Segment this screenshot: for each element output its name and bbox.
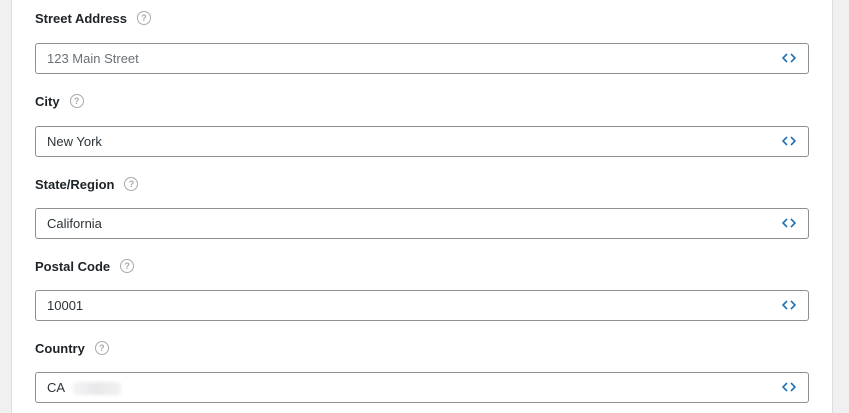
city-value: New York [47,134,102,149]
code-brackets-icon[interactable] [782,135,796,147]
postal-code-label: Postal Code [35,258,111,274]
help-icon[interactable]: ? [137,11,151,25]
postal-code-label-row: Postal Code ? [35,256,810,276]
state-region-label-row: State/Region ? [35,174,810,194]
street-address-input[interactable]: 123 Main Street [35,43,809,74]
city-label-row: City ? [35,91,810,111]
city-field: City ? New York [35,91,810,157]
street-address-field: Street Address ? 123 Main Street [35,8,810,74]
country-field: Country ? CA [35,338,810,403]
street-address-label-row: Street Address ? [35,8,810,28]
postal-code-value: 10001 [47,298,84,313]
redacted-text [73,382,122,396]
country-input[interactable]: CA [35,372,809,403]
state-region-field: State/Region ? California [35,174,810,239]
city-label: City [35,93,60,109]
state-region-input[interactable]: California [35,208,809,239]
code-brackets-icon[interactable] [782,217,796,229]
postal-code-field: Postal Code ? 10001 [35,256,810,321]
code-brackets-icon[interactable] [782,381,796,393]
help-icon[interactable]: ? [120,259,135,273]
address-form-panel: Street Address ? 123 Main Street City ? … [11,0,833,413]
help-icon[interactable]: ? [124,177,139,191]
help-icon[interactable]: ? [69,94,84,108]
country-value: CA [47,380,66,395]
help-icon[interactable]: ? [94,341,109,355]
street-address-placeholder: 123 Main Street [47,51,139,66]
country-label-row: Country ? [35,338,810,358]
city-input[interactable]: New York [35,126,809,157]
code-brackets-icon[interactable] [782,299,796,311]
country-value-row: CA [47,373,122,402]
code-brackets-icon[interactable] [782,52,796,64]
state-region-value: California [47,216,102,231]
postal-code-input[interactable]: 10001 [35,290,809,321]
street-address-label: Street Address [35,10,127,26]
state-region-label: State/Region [35,176,115,192]
country-label: Country [35,340,85,356]
